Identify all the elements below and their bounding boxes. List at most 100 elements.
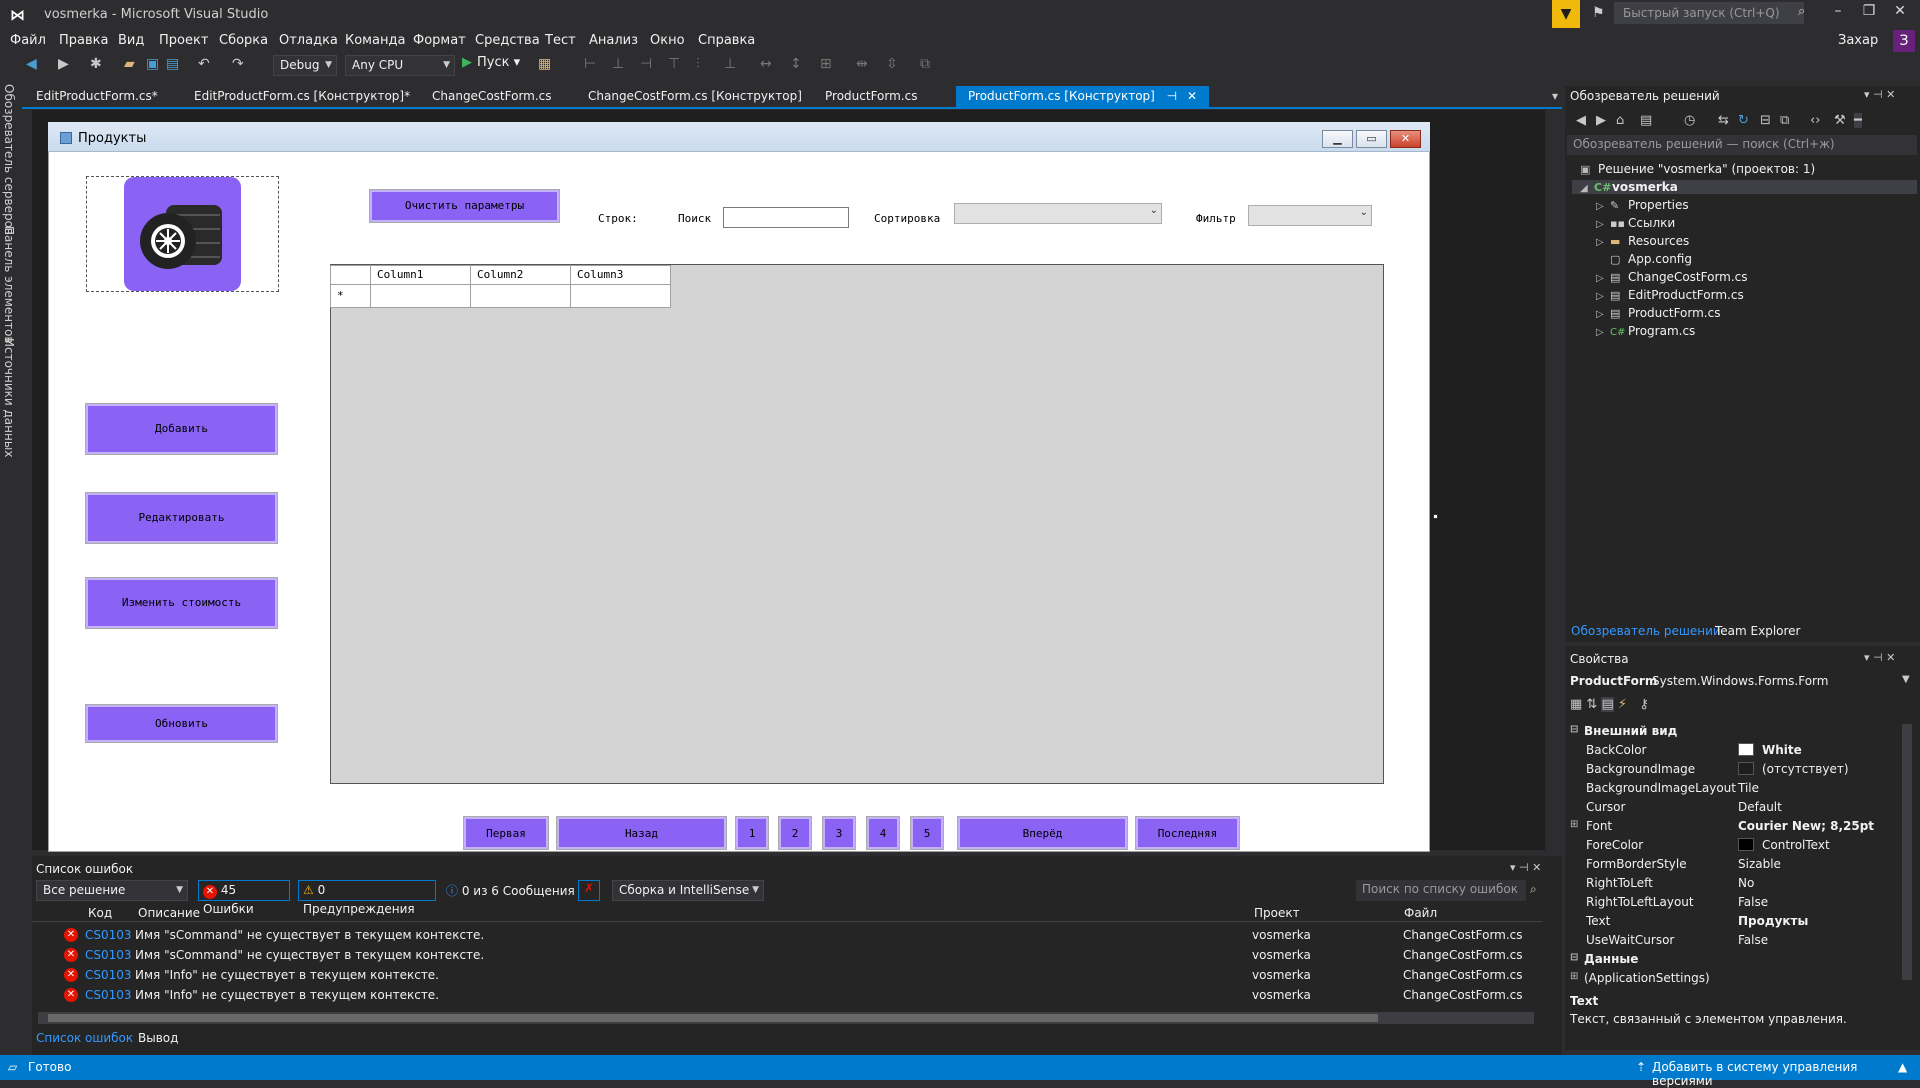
property-row[interactable]: RightToLeft No <box>1568 874 1898 893</box>
forward-page-button[interactable]: Вперёд <box>957 816 1128 850</box>
solution-search-input[interactable]: Обозреватель решений — поиск (Ctrl+ж) <box>1567 135 1917 155</box>
horizontal-spacing-icon[interactable]: ⇹ <box>856 56 868 72</box>
home-icon[interactable]: ⌂ <box>1616 113 1624 128</box>
property-row[interactable]: BackgroundImage (отсутствует) <box>1568 760 1898 779</box>
navigate-forward-icon[interactable]: ▶ <box>58 56 69 72</box>
align-middle-icon[interactable]: ⫶ <box>696 56 700 72</box>
property-row[interactable]: UseWaitCursor False <box>1568 931 1898 950</box>
tab-team-explorer[interactable]: Team Explorer <box>1715 624 1801 638</box>
grid-column-header[interactable]: Column2 <box>470 265 571 285</box>
menu-view[interactable]: Вид <box>118 33 144 48</box>
make-same-height-icon[interactable]: ↕ <box>790 56 802 72</box>
properties-object-name[interactable]: ProductForm <box>1570 674 1657 688</box>
align-top-icon[interactable]: ⊤ <box>668 56 680 72</box>
form-minimize-button[interactable]: ▁ <box>1322 130 1353 148</box>
edit-button[interactable]: Редактировать <box>85 492 278 544</box>
first-page-button[interactable]: Первая <box>463 816 549 850</box>
back-page-button[interactable]: Назад <box>556 816 727 850</box>
preview-icon[interactable]: ━ <box>1854 113 1862 128</box>
products-datagridview[interactable] <box>330 264 1384 784</box>
property-row[interactable]: FormBorderStyle Sizable <box>1568 855 1898 874</box>
property-value[interactable]: Courier New; 8,25pt <box>1738 819 1874 833</box>
open-file-icon[interactable]: ▰ <box>124 56 135 72</box>
notification-flag-icon[interactable]: ▼ <box>1552 0 1580 28</box>
error-row[interactable]: ✕ CS0103 Имя "sCommand" не существует в те… <box>60 925 1540 945</box>
toolbox-tab[interactable]: Панель элементов <box>2 226 16 344</box>
property-row[interactable]: RightToLeftLayout False <box>1568 893 1898 912</box>
minimize-button[interactable]: – <box>1826 3 1850 19</box>
tree-item-program[interactable]: ▷ C# Program.cs <box>1596 324 1695 338</box>
user-name[interactable]: Захар <box>1838 33 1878 48</box>
error-row[interactable]: ✕ CS0103 Имя "Info" не существует в текуще… <box>60 985 1540 1005</box>
property-value[interactable]: Tile <box>1738 781 1759 795</box>
menu-analyze[interactable]: Анализ <box>589 33 638 48</box>
property-row[interactable]: ⊞ Font Courier New; 8,25pt <box>1568 817 1898 836</box>
layout-icon[interactable]: ▦ <box>538 56 551 72</box>
solution-node[interactable]: ▣ Решение "vosmerka" (проектов: 1) <box>1580 162 1815 176</box>
column-description[interactable]: Описание <box>138 906 200 920</box>
grid-new-row-header[interactable]: * <box>330 284 371 308</box>
save-icon[interactable]: ▣ <box>146 56 159 72</box>
show-all-files-icon[interactable]: ⧉ <box>1780 113 1789 128</box>
align-center-icon[interactable]: ⊥ <box>612 56 624 72</box>
search-icon[interactable]: ⌕ <box>1798 4 1805 19</box>
tree-item-editproductform[interactable]: ▷ ▤ EditProductForm.cs <box>1596 288 1744 302</box>
pending-changes-icon[interactable]: ◷ <box>1684 113 1695 128</box>
menu-edit[interactable]: Правка <box>59 33 108 48</box>
switch-views-icon[interactable]: ▤ <box>1640 113 1652 128</box>
navigate-back-icon[interactable]: ◀ <box>26 56 37 72</box>
menu-format[interactable]: Формат <box>413 33 466 48</box>
size-to-grid-icon[interactable]: ⊞ <box>820 56 832 72</box>
save-all-icon[interactable]: ▤ <box>166 56 179 72</box>
menu-help[interactable]: Справка <box>698 33 755 48</box>
error-row[interactable]: ✕ CS0103 Имя "sCommand" не существует в те… <box>60 945 1540 965</box>
form-close-button[interactable]: ✕ <box>1390 130 1421 148</box>
menu-window[interactable]: Окно <box>650 33 685 48</box>
add-button[interactable]: Добавить <box>85 403 278 455</box>
tree-item-productform[interactable]: ▷ ▤ ProductForm.cs <box>1596 306 1720 320</box>
chevron-down-icon[interactable]: ▼ <box>1902 674 1910 685</box>
start-button[interactable]: ▶ Пуск ▾ <box>462 55 520 70</box>
build-filter-combo[interactable]: Сборка и IntelliSense ▼ <box>612 880 764 901</box>
panel-options-icon[interactable]: ▾ ⊣ ✕ <box>1510 861 1541 874</box>
redo-icon[interactable]: ↷ <box>232 56 244 72</box>
page-3-button[interactable]: 3 <box>822 816 856 850</box>
platform-combo[interactable]: Any CPU ▼ <box>345 55 455 76</box>
server-explorer-tab[interactable]: Обозреватель серверов <box>2 84 16 235</box>
page-2-button[interactable]: 2 <box>778 816 812 850</box>
forward-icon[interactable]: ▶ <box>1596 113 1606 128</box>
source-control-icon[interactable]: ⇡ <box>1636 1060 1646 1074</box>
grid-cell[interactable] <box>570 284 671 308</box>
align-right-icon[interactable]: ⊣ <box>640 56 652 72</box>
tab-editproductform-cs[interactable]: EditProductForm.cs* <box>24 86 170 107</box>
grid-column-header[interactable]: Column3 <box>570 265 671 285</box>
tab-productform-cs[interactable]: ProductForm.cs <box>813 86 929 107</box>
tab-error-list[interactable]: Список ошибок <box>36 1031 133 1045</box>
property-row[interactable]: ForeColor ControlText <box>1568 836 1898 855</box>
form-resize-handle[interactable] <box>1433 514 1438 519</box>
column-code[interactable]: Код <box>88 906 112 920</box>
form-maximize-button[interactable]: ▭ <box>1356 130 1387 148</box>
menu-test[interactable]: Тест <box>545 33 576 48</box>
property-application-settings[interactable]: ⊞ (ApplicationSettings) <box>1568 969 1898 988</box>
error-code-link[interactable]: CS0103 <box>85 948 132 962</box>
back-icon[interactable]: ◀ <box>1576 113 1586 128</box>
make-same-width-icon[interactable]: ↔ <box>760 56 772 72</box>
search-icon[interactable]: ⌕ <box>1530 882 1537 897</box>
refresh-button[interactable]: Обновить <box>85 704 278 743</box>
property-row[interactable]: BackColor White <box>1568 741 1898 760</box>
error-row[interactable]: ✕ CS0103 Имя "Info" не существует в текуще… <box>60 965 1540 985</box>
tab-editproductform-designer[interactable]: EditProductForm.cs [Конструктор]* <box>182 86 422 107</box>
filter-combobox[interactable]: ⌄ <box>1248 205 1372 226</box>
error-code-link[interactable]: CS0103 <box>85 988 132 1002</box>
page-1-button[interactable]: 1 <box>735 816 769 850</box>
column-project[interactable]: Проект <box>1254 906 1300 920</box>
last-page-button[interactable]: Последняя <box>1135 816 1240 850</box>
property-row[interactable]: Cursor Default <box>1568 798 1898 817</box>
property-value[interactable]: White <box>1738 743 1802 757</box>
error-code-link[interactable]: CS0103 <box>85 928 132 942</box>
data-sources-tab[interactable]: Источники данных <box>2 338 16 457</box>
page-5-button[interactable]: 5 <box>910 816 944 850</box>
tree-item-app-config[interactable]: ▢ App.config <box>1596 252 1692 266</box>
property-value[interactable]: (отсутствует) <box>1738 762 1849 776</box>
